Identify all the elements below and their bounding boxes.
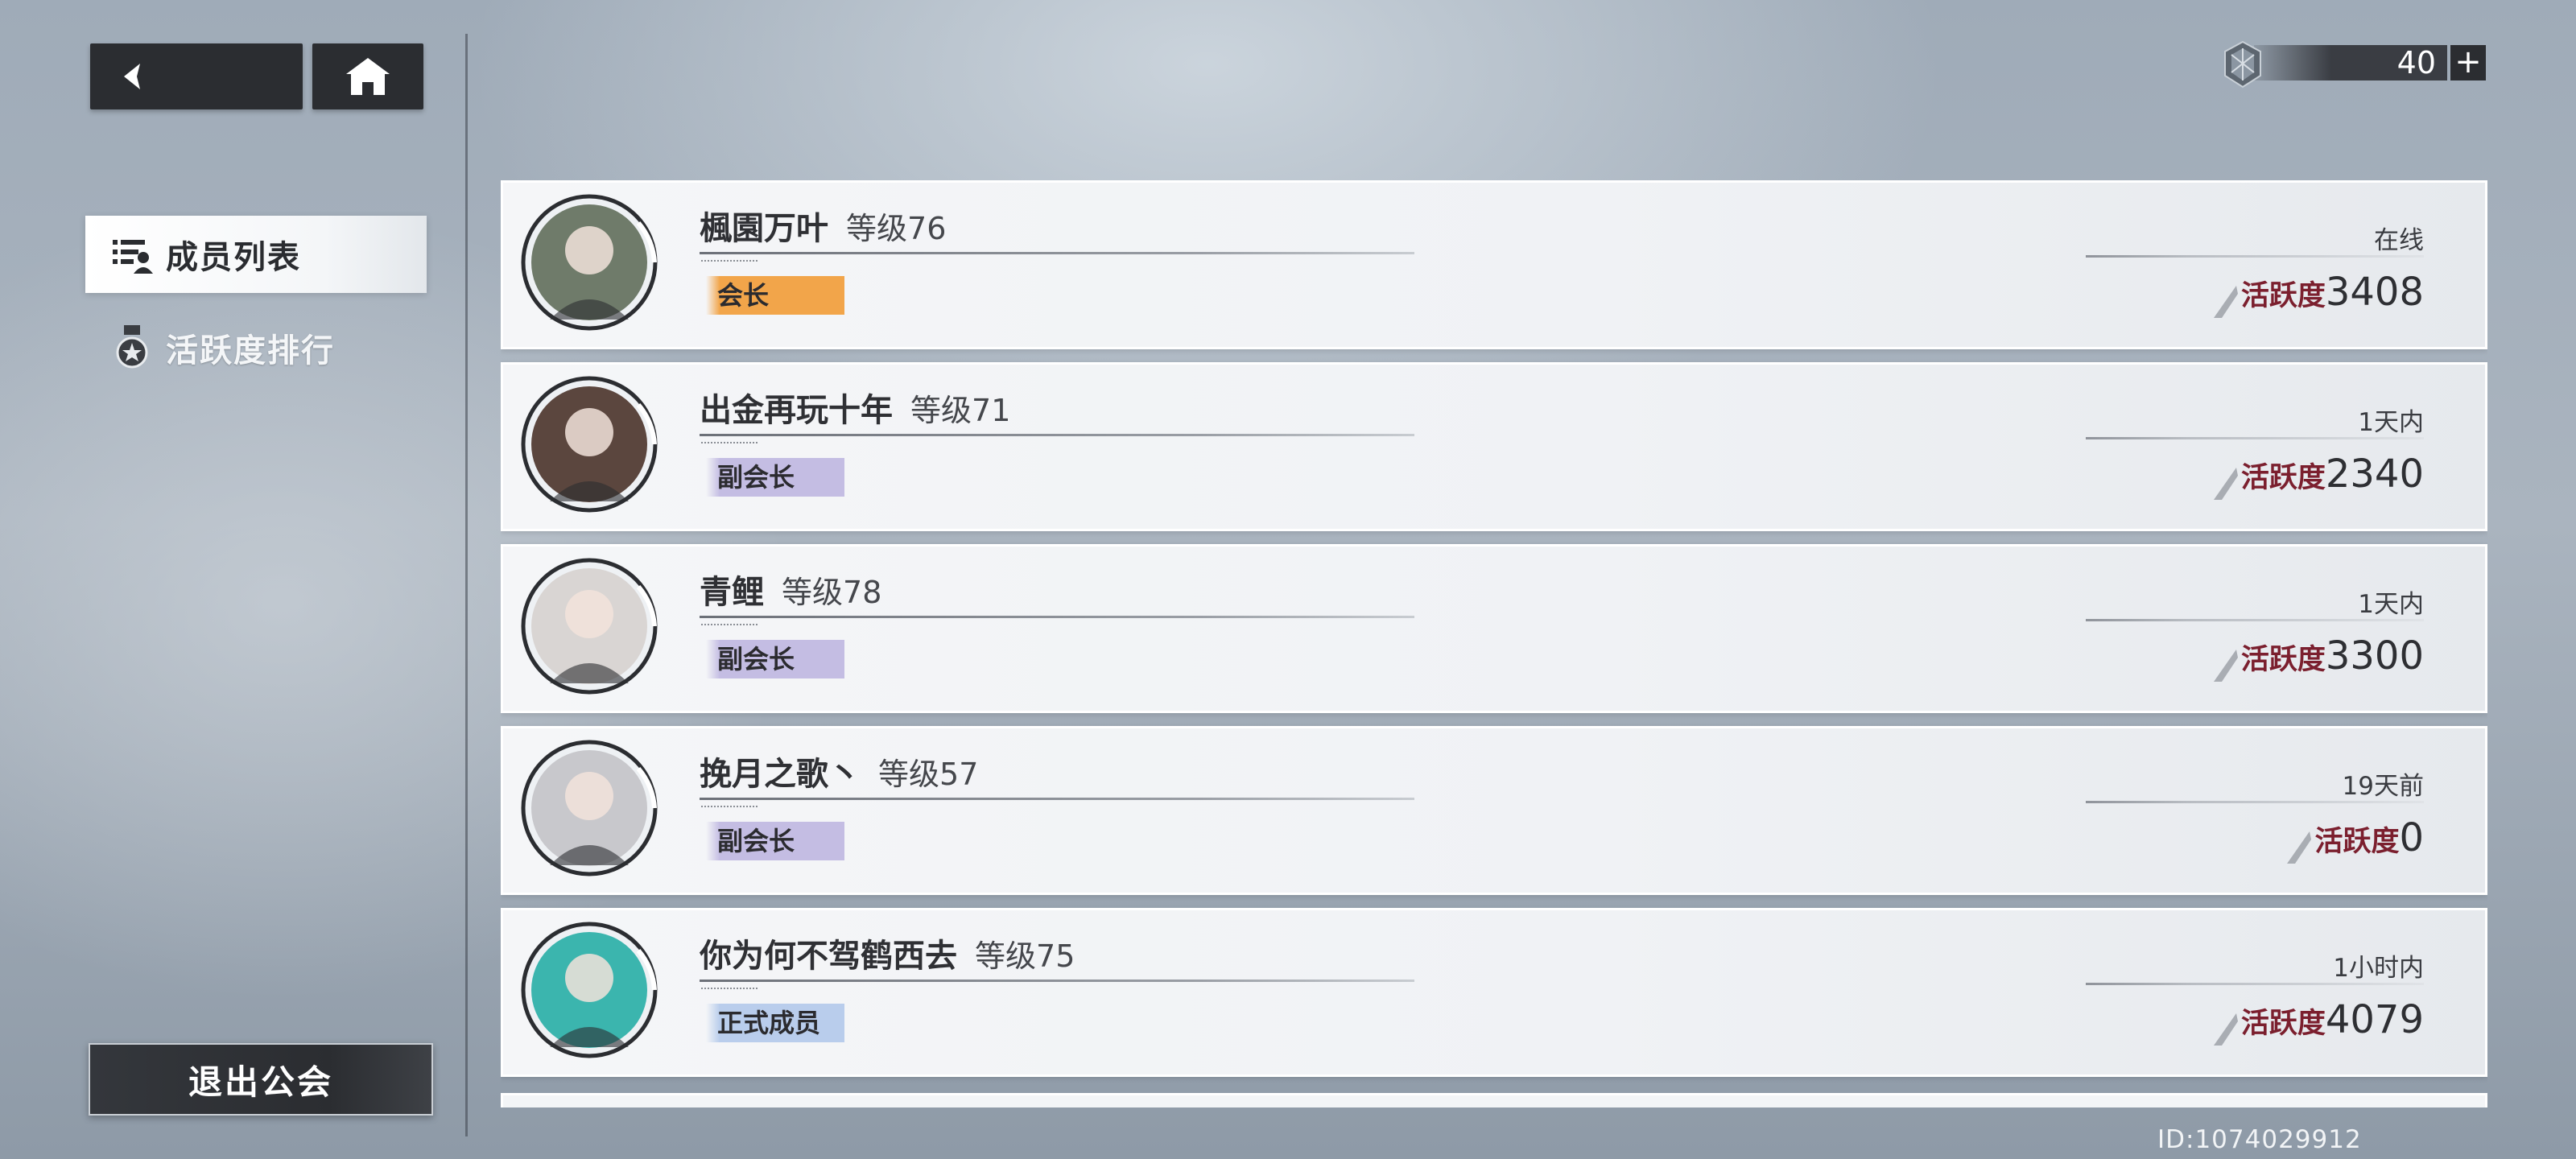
online-status: 在线 — [2374, 226, 2424, 255]
name-underline — [700, 616, 1414, 618]
name-underline-detail — [701, 624, 758, 629]
member-level: 等级78 — [782, 575, 881, 610]
member-name: 楓園万叶 — [700, 210, 828, 247]
name-underline-detail — [701, 260, 758, 265]
gem-icon — [2224, 40, 2261, 89]
quit-guild-button[interactable]: 退出公会 — [89, 1043, 433, 1116]
avatar[interactable] — [518, 918, 661, 1062]
home-icon — [346, 58, 390, 95]
online-status: 1小时内 — [2333, 954, 2424, 983]
activity-display: 活跃度2340 — [2211, 452, 2424, 501]
activity-label: 活跃度 — [2240, 644, 2326, 676]
role-badge: 正式成员 — [706, 1004, 844, 1042]
avatar[interactable] — [518, 373, 661, 516]
member-level-prefix: 等级 — [910, 393, 972, 428]
member-level: 等级75 — [975, 938, 1075, 974]
status-underline — [2086, 619, 2424, 621]
name-underline — [700, 980, 1414, 982]
activity-display: 活跃度0 — [2284, 815, 2424, 865]
member-name: 你为何不驾鹤西去 — [700, 938, 957, 975]
member-level: 等级76 — [846, 211, 946, 246]
activity-label: 活跃度 — [2314, 826, 2400, 858]
member-name: 出金再玩十年 — [700, 392, 893, 429]
activity-slash-icon — [2213, 467, 2238, 500]
add-currency-button[interactable]: + — [2450, 45, 2486, 80]
nav-activity-ranking-label: 活跃度排行 — [166, 332, 335, 369]
member-name: 挽月之歌丶 — [700, 756, 861, 793]
member-card-partial[interactable] — [501, 1093, 2487, 1107]
activity-label: 活跃度 — [2240, 1008, 2326, 1040]
sidebar-divider — [465, 34, 468, 1136]
member-card[interactable]: 挽月之歌丶 等级57 副会长 19天前活跃度0 — [501, 726, 2487, 895]
online-status: 1天内 — [2358, 408, 2424, 437]
currency-value: 40 — [2396, 45, 2436, 80]
role-badge: 会长 — [706, 276, 844, 315]
member-card[interactable]: 楓園万叶 等级76 会长 在线 活跃度3408 — [501, 180, 2487, 349]
user-id: ID:1074029912 — [2157, 1125, 2362, 1154]
back-arrow-icon — [124, 64, 140, 89]
activity-slash-icon — [2213, 1013, 2238, 1046]
activity-value: 0 — [2399, 815, 2424, 860]
member-level-prefix: 等级 — [782, 575, 844, 610]
member-level-value: 71 — [972, 393, 1011, 428]
member-level-value: 76 — [907, 211, 947, 246]
activity-value: 2340 — [2325, 452, 2424, 497]
status-underline — [2086, 801, 2424, 803]
status-underline — [2086, 255, 2424, 258]
member-list-icon — [111, 233, 153, 275]
member-card[interactable]: 青鲤 等级78 副会长 1天内活跃度3300 — [501, 544, 2487, 713]
activity-display: 活跃度3408 — [2211, 270, 2424, 320]
member-level-value: 57 — [939, 757, 979, 792]
activity-slash-icon — [2287, 831, 2312, 864]
avatar[interactable] — [518, 191, 661, 334]
activity-slash-icon — [2213, 285, 2238, 318]
member-level: 等级57 — [878, 757, 978, 792]
activity-slash-icon — [2213, 649, 2238, 682]
activity-display: 活跃度4079 — [2211, 997, 2424, 1047]
activity-label: 活跃度 — [2240, 280, 2326, 312]
member-card[interactable]: 你为何不驾鹤西去 等级75 正式成员 1小时内 活跃度4079 — [501, 908, 2487, 1077]
activity-value: 3300 — [2325, 633, 2424, 678]
name-underline-detail — [701, 988, 758, 992]
member-level: 等级71 — [910, 393, 1010, 428]
activity-label: 活跃度 — [2240, 462, 2326, 494]
member-level-value: 75 — [1036, 938, 1075, 974]
member-level-prefix: 等级 — [975, 938, 1037, 974]
nav-member-list-label: 成员列表 — [166, 239, 301, 276]
role-badge: 副会长 — [706, 458, 844, 497]
name-underline — [700, 252, 1414, 254]
member-level-prefix: 等级 — [878, 757, 940, 792]
role-badge: 副会长 — [706, 640, 844, 678]
status-underline — [2086, 983, 2424, 985]
role-badge: 副会长 — [706, 822, 844, 860]
home-button[interactable] — [312, 43, 423, 109]
member-list: 楓園万叶 等级76 会长 在线 活跃度3408 出金再玩十年 等级71 副会长 1天内 活跃度23… — [501, 180, 2487, 1107]
member-card[interactable]: 出金再玩十年 等级71 副会长 1天内活跃度2340 — [501, 362, 2487, 531]
name-underline-detail — [701, 442, 758, 447]
member-level-value: 78 — [843, 575, 882, 610]
name-underline — [700, 798, 1414, 800]
activity-value: 4079 — [2325, 997, 2424, 1042]
member-name: 青鲤 — [700, 574, 764, 611]
online-status: 19天前 — [2342, 772, 2424, 801]
avatar[interactable] — [518, 736, 661, 880]
member-level-prefix: 等级 — [846, 211, 908, 246]
back-button[interactable] — [90, 43, 303, 109]
activity-value: 3408 — [2325, 270, 2424, 315]
online-status: 1天内 — [2358, 590, 2424, 619]
nav-member-list[interactable]: 成员列表 — [85, 216, 427, 293]
status-underline — [2086, 437, 2424, 439]
quit-guild-label: 退出公会 — [188, 1062, 333, 1102]
medal-icon — [111, 325, 153, 369]
nav-activity-ranking[interactable]: 活跃度排行 — [85, 309, 427, 386]
activity-display: 活跃度3300 — [2211, 633, 2424, 683]
currency-display: 40 + — [2222, 40, 2487, 89]
name-underline-detail — [701, 806, 758, 810]
name-underline — [700, 434, 1414, 436]
avatar[interactable] — [518, 555, 661, 698]
